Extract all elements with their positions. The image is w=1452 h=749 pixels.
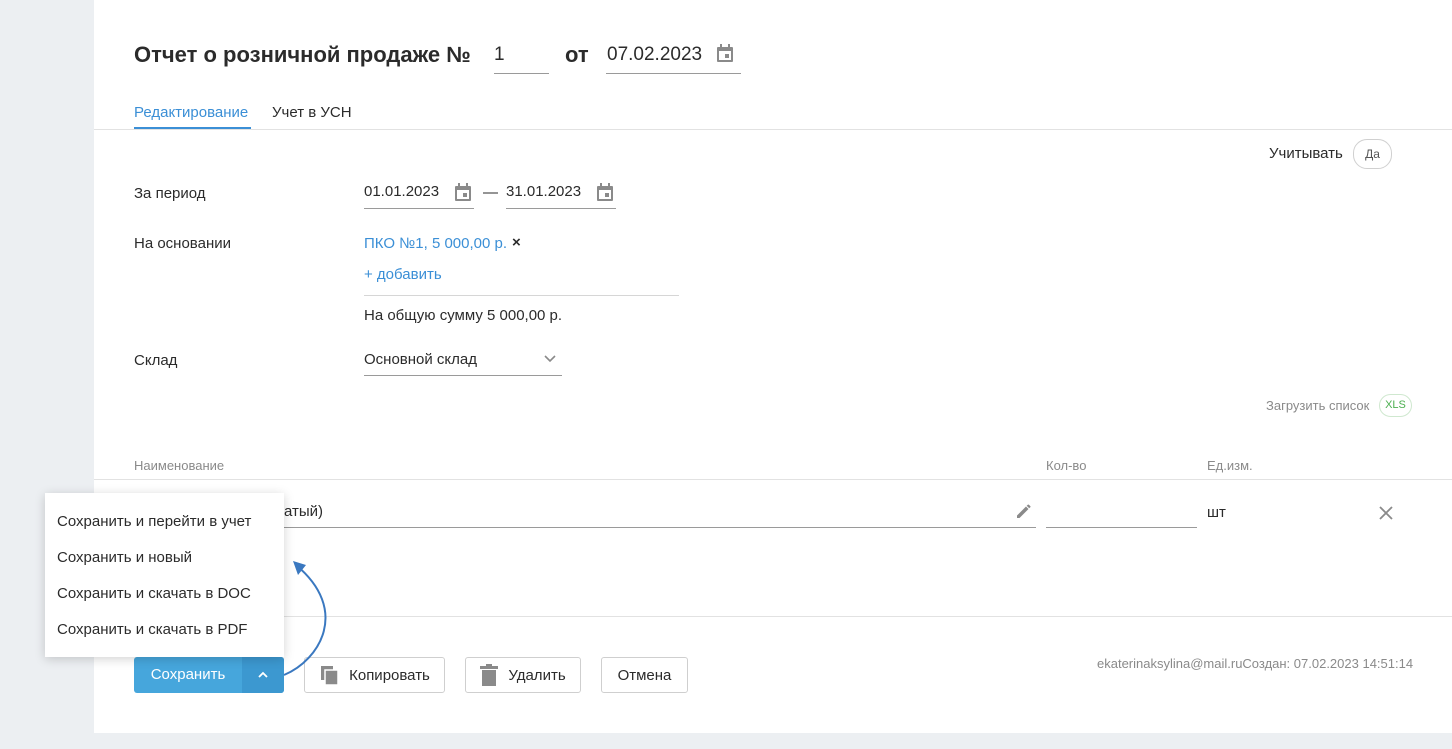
column-name-header: Наименование [134, 458, 225, 473]
save-button-group: Сохранить [134, 657, 284, 693]
calendar-icon[interactable] [596, 183, 614, 201]
add-basis-link[interactable]: + добавить [364, 266, 442, 283]
total-amount-text: На общую сумму 5 000,00 р. [364, 307, 563, 324]
table-header-divider [94, 479, 1452, 480]
delete-label: Удалить [508, 666, 566, 684]
delete-button[interactable]: Удалить [465, 657, 581, 693]
menu-item-save-doc[interactable]: Сохранить и скачать в DOC [57, 585, 251, 602]
unit-value: шт [1207, 504, 1226, 521]
chevron-up-icon [258, 671, 268, 678]
period-label: За период [134, 185, 206, 202]
from-label: от [565, 42, 589, 67]
close-icon[interactable] [1379, 506, 1393, 520]
annotation-arrow [283, 561, 327, 676]
page-title: Отчет о розничной продаже № [134, 42, 471, 67]
warehouse-value: Основной склад [364, 351, 478, 368]
quantity-input[interactable] [1046, 495, 1197, 528]
warehouse-select[interactable]: Основной склад [364, 343, 562, 376]
menu-item-save-and-new[interactable]: Сохранить и новый [57, 549, 192, 566]
menu-item-save-pdf[interactable]: Сохранить и скачать в PDF [57, 621, 247, 638]
upload-list-label[interactable]: Загрузить список [1266, 398, 1369, 413]
tab-editing[interactable]: Редактирование [134, 104, 248, 121]
basis-label: На основании [134, 235, 231, 252]
period-dash: — [483, 184, 498, 201]
menu-item-save-and-account[interactable]: Сохранить и перейти в учет [57, 513, 251, 530]
column-qty-header: Кол-во [1046, 458, 1087, 473]
period-from-input[interactable]: 01.01.2023 [364, 176, 474, 209]
save-button[interactable]: Сохранить [134, 657, 242, 693]
document-number-input[interactable]: 1 [494, 40, 549, 74]
basis-remove-icon[interactable]: × [512, 234, 521, 251]
document-date-value: 07.02.2023 [607, 44, 703, 65]
save-options-toggle[interactable] [242, 657, 284, 693]
calendar-icon[interactable] [454, 183, 472, 201]
document-number-value: 1 [494, 44, 505, 65]
column-unit-header: Ед.изм. [1207, 458, 1253, 473]
period-to-input[interactable]: 31.01.2023 [506, 176, 616, 209]
tab-usn[interactable]: Учет в УСН [272, 104, 352, 121]
created-meta: ekaterinaksylina@mail.ruСоздан: 07.02.20… [1097, 656, 1414, 671]
pencil-icon[interactable] [1014, 501, 1034, 521]
tabs-divider [94, 129, 1452, 130]
basis-divider [364, 295, 679, 296]
copy-label: Копировать [349, 666, 430, 684]
trash-icon [480, 664, 499, 686]
period-from-value: 01.01.2023 [364, 183, 440, 200]
document-date-input[interactable]: 07.02.2023 [606, 40, 741, 74]
consider-toggle[interactable]: Да [1353, 139, 1392, 169]
chevron-down-icon [544, 355, 556, 363]
save-options-menu: Сохранить и перейти в учет Сохранить и н… [45, 493, 284, 657]
xls-badge[interactable]: XLS [1379, 394, 1412, 417]
consider-label: Учитывать [1269, 145, 1343, 162]
basis-document-link[interactable]: ПКО №1, 5 000,00 р. [364, 235, 507, 252]
period-to-value: 31.01.2023 [506, 183, 582, 200]
calendar-icon[interactable] [716, 44, 734, 62]
item-name-value: атый) [284, 503, 324, 520]
warehouse-label: Склад [134, 352, 178, 369]
cancel-button[interactable]: Отмена [601, 657, 688, 693]
